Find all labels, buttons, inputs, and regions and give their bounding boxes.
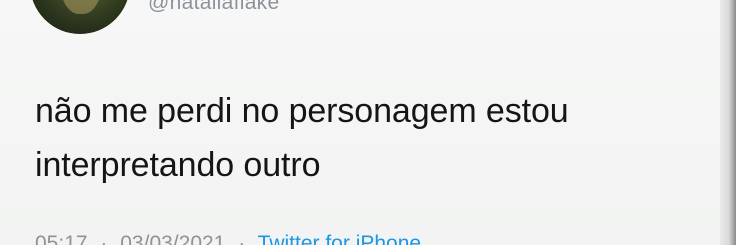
avatar-photo-figure (60, 0, 102, 14)
avatar[interactable] (30, 0, 130, 34)
meta-separator: · (100, 232, 108, 245)
tweet-text: não me perdi no personagem estou interpr… (35, 92, 569, 184)
tweet-time: 05:17 (35, 232, 88, 245)
tweet-date: 03/03/2021 (120, 232, 226, 245)
tweet-card: @nataliaflake não me perdi no personagem… (0, 0, 736, 245)
screen-edge-shadow (720, 0, 736, 245)
user-handle[interactable]: @nataliaflake (148, 0, 279, 15)
meta-separator-2: · (238, 232, 246, 245)
tweet-meta: 05:17 · 03/03/2021 · Twitter for iPhone (35, 232, 421, 245)
tweet-source-link[interactable]: Twitter for iPhone (258, 232, 421, 245)
